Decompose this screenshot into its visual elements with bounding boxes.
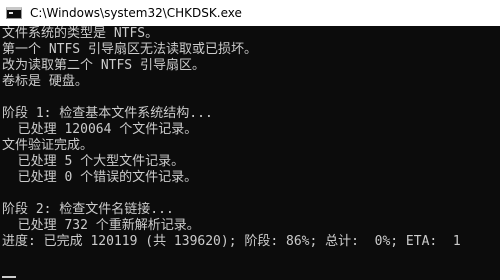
console-window: C:\Windows\system32\CHKDSK.exe 文件系统的类型是 …: [0, 0, 500, 280]
console-icon: [6, 7, 22, 19]
console-line: 已处理 5 个大型文件记录。: [2, 154, 185, 169]
text-cursor: [2, 276, 16, 278]
console-line: 第一个 NTFS 引导扇区无法读取或已损坏。: [2, 42, 257, 57]
console-line: 已处理 732 个重新解析记录。: [2, 218, 200, 233]
window-title: C:\Windows\system32\CHKDSK.exe: [30, 6, 242, 20]
console-line: 阶段 2: 检查文件名链接...: [2, 202, 174, 217]
console-line: 阶段 1: 检查基本文件系统结构...: [2, 106, 213, 121]
console-output[interactable]: 文件系统的类型是 NTFS。 第一个 NTFS 引导扇区无法读取或已损坏。 改为…: [0, 26, 500, 280]
progress-line: 进度: 已完成 120119 (共 139620); 阶段: 86%; 总计: …: [2, 234, 461, 249]
console-line: 已处理 0 个错误的文件记录。: [2, 170, 198, 185]
title-bar[interactable]: C:\Windows\system32\CHKDSK.exe: [0, 0, 500, 26]
console-line: 文件系统的类型是 NTFS。: [2, 26, 159, 41]
console-line: 已处理 120064 个文件记录。: [2, 122, 198, 137]
console-line: 文件验证完成。: [2, 138, 94, 153]
console-line: 卷标是 硬盘。: [2, 74, 88, 89]
console-line: 改为读取第二个 NTFS 引导扇区。: [2, 58, 205, 73]
